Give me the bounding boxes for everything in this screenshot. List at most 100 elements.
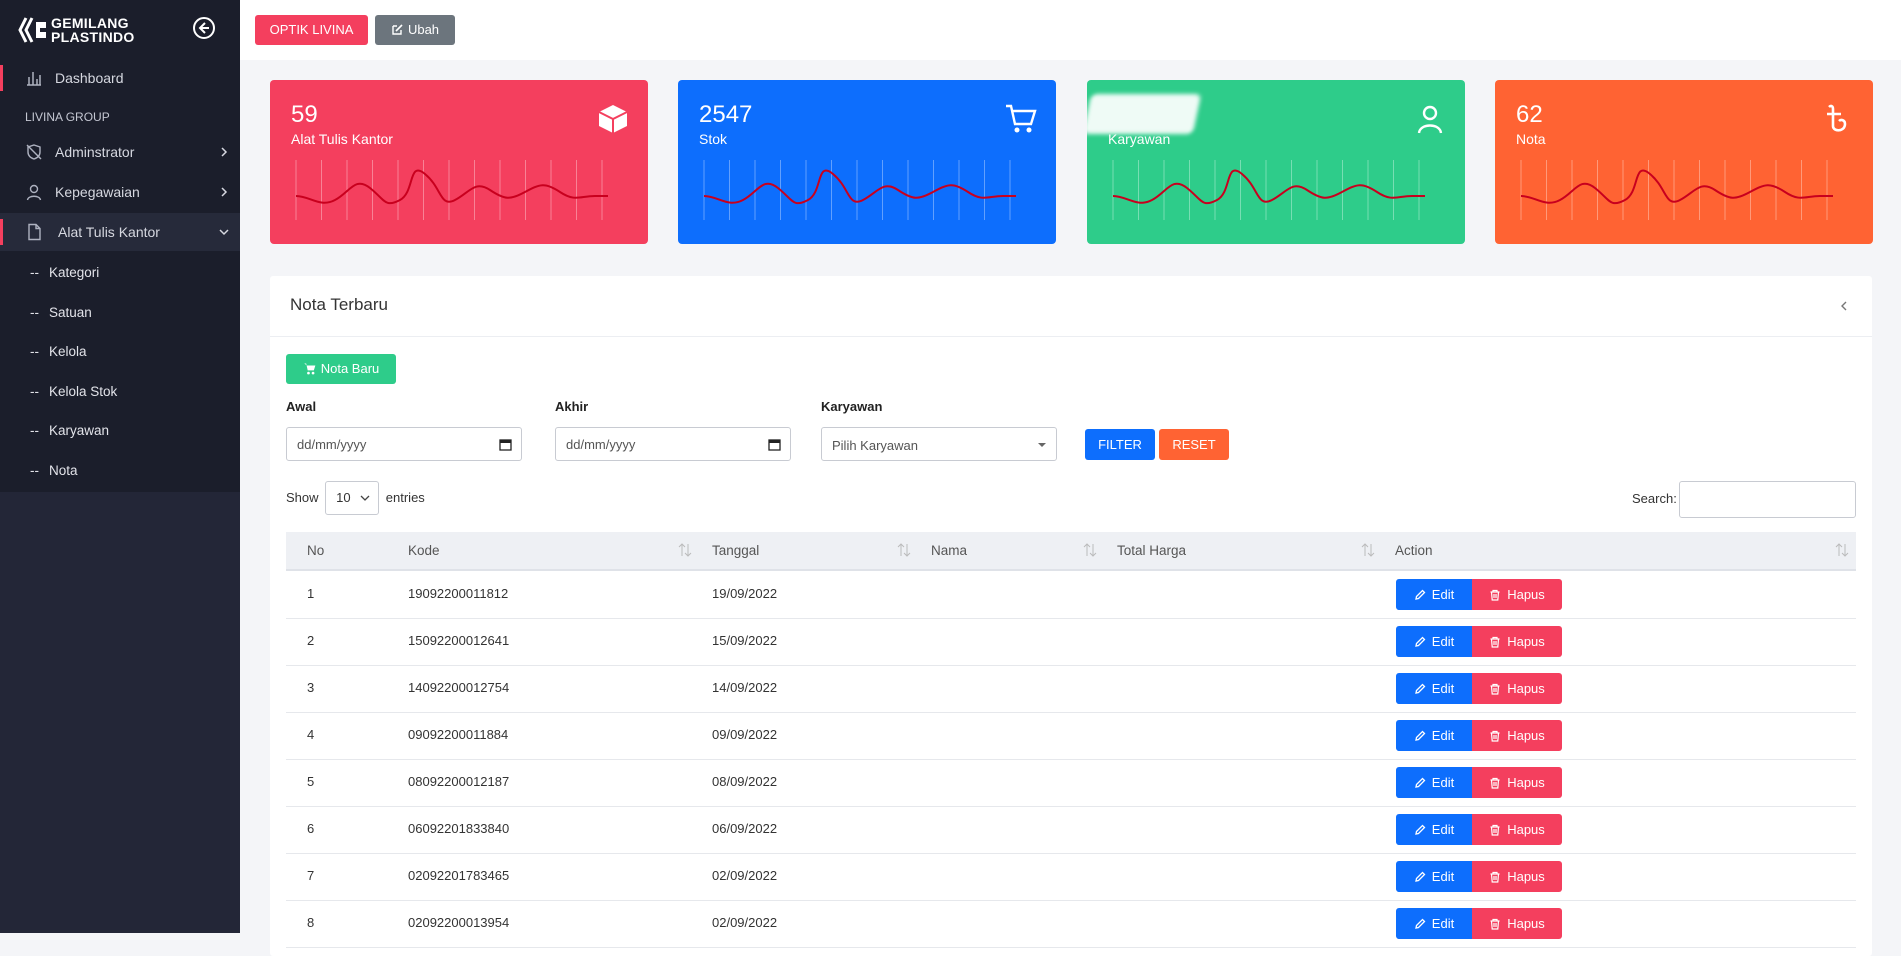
calendar-icon[interactable] bbox=[499, 438, 512, 451]
sort-icon[interactable] bbox=[678, 542, 692, 558]
dash-prefix: -- bbox=[30, 384, 39, 399]
reset-button[interactable]: RESET bbox=[1159, 429, 1229, 460]
delete-button[interactable]: Hapus bbox=[1472, 861, 1562, 892]
chevron-down-icon bbox=[360, 495, 370, 501]
column-header-kode[interactable]: Kode bbox=[408, 543, 440, 558]
stat-value: 2547 bbox=[699, 101, 753, 128]
edit-label: Edit bbox=[1431, 587, 1455, 602]
delete-button[interactable]: Hapus bbox=[1472, 814, 1562, 845]
edit-button[interactable]: Edit bbox=[1396, 861, 1472, 892]
store-button[interactable]: OPTIK LIVINA bbox=[255, 15, 368, 45]
stat-value: 62 bbox=[1516, 101, 1543, 128]
stat-title: Karyawan bbox=[1108, 131, 1171, 147]
sidebar-subitem-kategori[interactable]: -- Kategori bbox=[30, 265, 99, 280]
column-header-nama[interactable]: Nama bbox=[931, 543, 967, 558]
table-row: 3 14092200012754 14/09/2022 Edit Hapus bbox=[286, 665, 1856, 713]
delete-label: Hapus bbox=[1507, 869, 1545, 884]
edit-button[interactable]: Edit bbox=[1396, 908, 1472, 939]
sidebar-subitem-kelola-stok[interactable]: -- Kelola Stok bbox=[30, 384, 117, 399]
cell-no: 3 bbox=[307, 680, 315, 695]
edit-button[interactable]: Edit bbox=[1396, 720, 1472, 751]
recent-notes-panel: Nota Terbaru Nota Baru Awal dd/mm/yyyy A… bbox=[270, 276, 1872, 956]
sidebar-item-dashboard[interactable]: Dashboard bbox=[0, 59, 240, 97]
sidebar-item-alat-tulis-kantor[interactable]: Alat Tulis Kantor bbox=[0, 213, 240, 251]
bar-chart-icon bbox=[27, 72, 41, 86]
collapse-sidebar-icon[interactable] bbox=[192, 16, 216, 40]
sort-icon[interactable] bbox=[1083, 542, 1097, 558]
edit-button[interactable]: Edit bbox=[1396, 767, 1472, 798]
sort-icon[interactable] bbox=[1361, 542, 1375, 558]
search-input[interactable] bbox=[1679, 481, 1856, 518]
redacted-value bbox=[1087, 94, 1202, 134]
sidebar-subitem-label: Karyawan bbox=[49, 423, 110, 438]
table-row: 7 02092201783465 02/09/2022 Edit Hapus bbox=[286, 853, 1856, 901]
column-header-tanggal[interactable]: Tanggal bbox=[712, 543, 759, 558]
edit-button[interactable]: Edit bbox=[1396, 673, 1472, 704]
delete-button[interactable]: Hapus bbox=[1472, 579, 1562, 610]
sidebar-subitem-nota[interactable]: -- Nota bbox=[30, 463, 78, 478]
edit-label: Edit bbox=[1431, 916, 1455, 931]
sort-icon[interactable] bbox=[897, 542, 911, 558]
stat-card-stok: 2547 Stok bbox=[678, 80, 1056, 244]
dash-prefix: -- bbox=[30, 463, 39, 478]
sidebar-subitem-kelola[interactable]: -- Kelola bbox=[30, 344, 87, 359]
table-row: 2 15092200012641 15/09/2022 Edit Hapus bbox=[286, 618, 1856, 666]
sidebar-item-kepegawaian[interactable]: Kepegawaian bbox=[0, 173, 240, 211]
show-prefix: Show bbox=[286, 490, 319, 505]
sidebar-item-adminstrator[interactable]: Adminstrator bbox=[0, 133, 240, 171]
caret-down-icon bbox=[1038, 443, 1046, 447]
cell-tanggal: 06/09/2022 bbox=[712, 821, 778, 836]
trash-icon bbox=[1490, 636, 1500, 648]
show-suffix: entries bbox=[385, 490, 425, 505]
table-row: 4 09092200011884 09/09/2022 Edit Hapus bbox=[286, 712, 1856, 760]
dash-prefix: -- bbox=[30, 344, 39, 359]
delete-button[interactable]: Hapus bbox=[1472, 767, 1562, 798]
sparkline-path bbox=[295, 169, 608, 205]
logo-line-2: PLASTINDO bbox=[51, 29, 135, 45]
start-date-input[interactable]: dd/mm/yyyy bbox=[286, 427, 522, 461]
employee-select[interactable]: Pilih Karyawan bbox=[821, 427, 1057, 461]
delete-button[interactable]: Hapus bbox=[1472, 626, 1562, 657]
sidebar-subitem-karyawan[interactable]: -- Karyawan bbox=[30, 423, 109, 438]
calendar-icon[interactable] bbox=[768, 438, 781, 451]
edit-button[interactable]: Edit bbox=[1396, 814, 1472, 845]
brand[interactable]: GEMILANG PLASTINDO bbox=[0, 0, 240, 58]
pencil-icon bbox=[1414, 777, 1426, 788]
new-note-button[interactable]: Nota Baru bbox=[286, 354, 396, 384]
sidebar-subitem-label: Nota bbox=[49, 463, 78, 478]
sparkline bbox=[703, 160, 1016, 220]
taka-icon bbox=[1827, 104, 1847, 132]
cell-tanggal: 02/09/2022 bbox=[712, 868, 778, 883]
filter-button[interactable]: FILTER bbox=[1085, 429, 1155, 460]
sidebar-section-label: LIVINA GROUP bbox=[25, 110, 110, 124]
edit-button[interactable]: Edit bbox=[1396, 579, 1472, 610]
delete-button[interactable]: Hapus bbox=[1472, 908, 1562, 939]
pencil-icon bbox=[1414, 683, 1426, 694]
delete-label: Hapus bbox=[1507, 587, 1545, 602]
chevron-left-icon[interactable] bbox=[1838, 300, 1850, 312]
chevron-right-icon bbox=[221, 187, 228, 197]
file-icon bbox=[28, 223, 41, 241]
sidebar-item-label: Kepegawaian bbox=[55, 184, 140, 200]
sparkline-path bbox=[703, 169, 1016, 205]
edit-store-button[interactable]: Ubah bbox=[375, 15, 455, 45]
column-header-total-harga[interactable]: Total Harga bbox=[1117, 543, 1186, 558]
cell-kode: 15092200012641 bbox=[408, 633, 510, 648]
edit-button[interactable]: Edit bbox=[1396, 626, 1472, 657]
cell-kode: 02092201783465 bbox=[408, 868, 510, 883]
sidebar-subitem-satuan[interactable]: -- Satuan bbox=[30, 305, 92, 320]
topbar bbox=[240, 0, 1901, 60]
column-header-no[interactable]: No bbox=[307, 543, 324, 558]
end-date-input[interactable]: dd/mm/yyyy bbox=[555, 427, 791, 461]
delete-button[interactable]: Hapus bbox=[1472, 673, 1562, 704]
delete-button[interactable]: Hapus bbox=[1472, 720, 1562, 751]
search-label: Search: bbox=[1632, 491, 1677, 506]
pencil-icon bbox=[1414, 636, 1426, 647]
new-note-label: Nota Baru bbox=[320, 361, 380, 376]
delete-label: Hapus bbox=[1507, 822, 1545, 837]
entries-select[interactable]: 10 bbox=[325, 481, 380, 515]
stat-title: Stok bbox=[699, 131, 728, 147]
sparkline bbox=[1520, 160, 1833, 220]
sort-icon[interactable] bbox=[1835, 542, 1849, 558]
delete-label: Hapus bbox=[1507, 775, 1545, 790]
